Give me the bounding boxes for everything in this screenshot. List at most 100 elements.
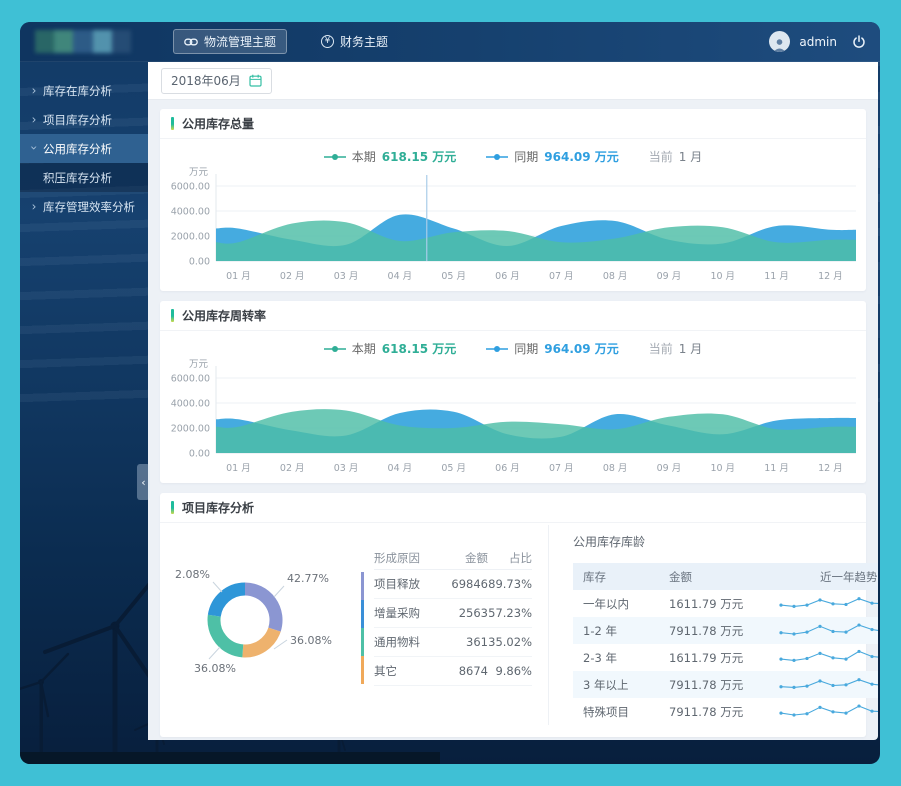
current-label: 当前 — [649, 148, 673, 165]
sidebar-collapse-handle[interactable]: ‹ — [137, 464, 150, 500]
age-label: 一年以内 — [583, 596, 669, 612]
legend-series-name: 本期 — [352, 148, 376, 165]
sparkline — [777, 621, 878, 641]
sidebar-item-efficiency[interactable]: › 库存管理效率分析 — [20, 192, 148, 221]
username-label[interactable]: admin — [799, 35, 837, 49]
legend-marker-icon — [324, 344, 346, 354]
svg-text:36.08%: 36.08% — [194, 662, 236, 675]
table-row: 其它86749.86% — [374, 657, 532, 686]
tab-label: 物流管理主题 — [204, 33, 276, 50]
user-avatar[interactable] — [769, 31, 790, 52]
top-bar: 物流管理主题 ¥ 财务主题 admin — [20, 22, 880, 62]
donut-chart[interactable]: 42.77%36.08%36.08%52.08% — [174, 555, 370, 687]
svg-text:09 月: 09 月 — [657, 271, 682, 282]
card-public-inventory-total: 公用库存总量 本期 618.15 万元 同期964.09 万元 当前 1 月 6000… — [160, 109, 866, 291]
chevron-right-icon: › — [29, 112, 39, 126]
svg-text:2000.00: 2000.00 — [171, 424, 210, 435]
legend-series-name: 同期 — [514, 340, 538, 357]
sidebar-item-project-inventory[interactable]: › 项目库存分析 — [20, 105, 148, 134]
sidebar-item-label: 库存管理效率分析 — [43, 199, 135, 215]
chevron-right-icon: › — [29, 83, 39, 97]
sidebar-item-stock-in-warehouse[interactable]: › 库存在库分析 — [20, 76, 148, 105]
col-header-reason: 形成原因 — [374, 550, 436, 566]
age-amount: 7911.78 万元 — [669, 704, 777, 720]
reason-pct: 9.86% — [488, 664, 532, 678]
area-chart-total[interactable]: 6000.004000.002000.000.00万元01 月02 月03 月0… — [166, 165, 870, 287]
svg-text:52.08%: 52.08% — [174, 568, 210, 581]
tab-logistics-theme[interactable]: 物流管理主题 — [173, 29, 287, 54]
sidebar-nav: › 库存在库分析 › 项目库存分析 › 公用库存分析 积压库存分析 › 库存管理… — [20, 62, 148, 764]
color-strip-segment — [361, 628, 364, 656]
svg-text:42.77%: 42.77% — [287, 572, 329, 585]
table-rows: 项目释放6984689.73%增量采购256357.23%通用物料36135.0… — [374, 570, 532, 686]
table-row: 2-3 年1611.79 万元 — [573, 644, 878, 671]
legend-series-value: 618.15 万元 — [382, 148, 457, 165]
legend-series-name: 本期 — [352, 340, 376, 357]
current-value: 1 月 — [679, 148, 702, 165]
legend-item-same-period[interactable]: 同期964.09 万元 — [486, 148, 619, 165]
sparkline — [777, 702, 878, 722]
legend-item-current-period[interactable]: 本期 618.15 万元 — [324, 148, 457, 165]
person-icon — [772, 37, 787, 52]
legend-marker-icon — [324, 152, 346, 162]
reason-pct: 35.02% — [488, 635, 532, 649]
col-header-amount: 金额 — [669, 569, 777, 585]
title-accent-bar — [171, 501, 174, 514]
svg-text:0.00: 0.00 — [189, 449, 210, 460]
card-header: 公用库存周转率 — [160, 301, 866, 331]
sidebar-item-backlog-inventory[interactable]: 积压库存分析 — [20, 163, 148, 192]
yen-circle-icon: ¥ — [321, 35, 334, 48]
svg-text:12 月: 12 月 — [818, 463, 843, 474]
chart-wrapper: 6000.004000.002000.000.00万元01 月02 月03 月0… — [160, 165, 866, 291]
svg-text:12 月: 12 月 — [818, 271, 843, 282]
logout-power-button[interactable] — [852, 35, 866, 49]
svg-text:02 月: 02 月 — [280, 271, 305, 282]
donut-zone: 42.77%36.08%36.08%52.08% — [174, 525, 370, 725]
reason-pct: 57.23% — [488, 606, 532, 620]
title-accent-bar — [171, 309, 174, 322]
age-label: 1-2 年 — [583, 623, 669, 639]
sparkline — [777, 594, 878, 614]
table-row: 增量采购256357.23% — [374, 599, 532, 628]
svg-text:07 月: 07 月 — [549, 463, 574, 474]
card-body: 42.77%36.08%36.08%52.08% 形成原因 金额 占比 项目释放… — [160, 523, 866, 737]
svg-text:11 月: 11 月 — [764, 463, 789, 474]
svg-text:4000.00: 4000.00 — [171, 399, 210, 410]
sparkline — [777, 648, 878, 668]
reason-amount: 69846 — [436, 577, 488, 591]
legend-item-same-period[interactable]: 同期964.09 万元 — [486, 340, 619, 357]
date-picker[interactable]: 2018年06月 — [161, 68, 272, 94]
reason-amount: 2563 — [436, 606, 488, 620]
age-amount: 1611.79 万元 — [669, 596, 777, 612]
card-header: 项目库存分析 — [160, 493, 866, 523]
dashboard-body: 公用库存总量 本期618.15 万元同期964.09 万元当前 1 月 6000… — [148, 100, 878, 740]
svg-text:07 月: 07 月 — [549, 271, 574, 282]
tab-label: 财务主题 — [340, 33, 388, 50]
area-chart-turnover[interactable]: 6000.004000.002000.000.00万元01 月02 月03 月0… — [166, 357, 870, 479]
sidebar-item-public-inventory[interactable]: › 公用库存分析 — [20, 134, 148, 163]
tab-finance-theme[interactable]: ¥ 财务主题 — [311, 29, 398, 54]
card-turnover-rate: 公用库存周转率 本期618.15 万元 同期964.09 万元 当前 1 月 600… — [160, 301, 866, 483]
col-header-pct: 占比 — [488, 550, 532, 566]
legend-current-month: 当前 1 月 — [649, 340, 702, 357]
legend-series-value: 964.09 万元 — [544, 148, 619, 165]
card-header: 公用库存总量 — [160, 109, 866, 139]
reason-amount: 8674 — [436, 664, 488, 678]
legend-item-current-period[interactable]: 本期618.15 万元 — [324, 340, 457, 357]
table-header-row: 库存 金额 近一年趋势图 — [573, 563, 878, 590]
svg-text:10 月: 10 月 — [710, 463, 735, 474]
col-header-trend: 近一年趋势图 — [777, 569, 878, 585]
svg-text:09 月: 09 月 — [657, 463, 682, 474]
age-label: 3 年以上 — [583, 677, 669, 693]
power-icon — [852, 35, 866, 49]
color-strip-segment — [361, 656, 364, 684]
svg-text:6000.00: 6000.00 — [171, 374, 210, 385]
table-row: 通用物料36135.02% — [374, 628, 532, 657]
col-header-amount: 金额 — [436, 550, 488, 566]
reason-table: 形成原因 金额 占比 项目释放6984689.73%增量采购256357.23%… — [374, 547, 532, 725]
chart-legend: 本期618.15 万元 同期964.09 万元 当前 1 月 — [160, 331, 866, 357]
table-row: 特殊项目7911.78 万元 — [573, 698, 878, 725]
reason-label: 其它 — [374, 663, 436, 679]
date-value: 2018年06月 — [171, 72, 241, 89]
svg-text:11 月: 11 月 — [764, 271, 789, 282]
